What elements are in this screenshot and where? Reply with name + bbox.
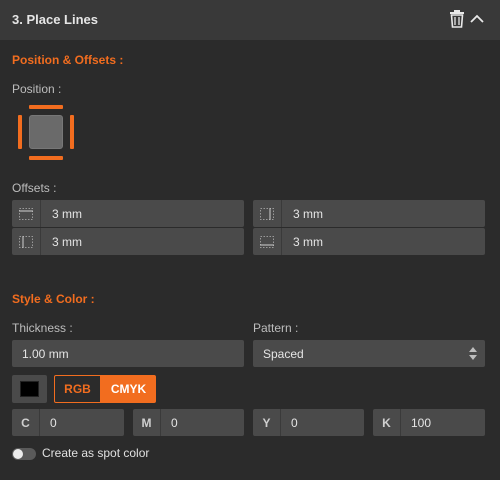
- thickness-label: Thickness :: [12, 321, 73, 335]
- magenta-letter: M: [133, 409, 161, 436]
- offset-top-field[interactable]: 3 mm: [12, 200, 244, 227]
- panel-title: 3. Place Lines: [12, 12, 98, 27]
- spot-color-label: Create as spot color: [42, 446, 150, 460]
- yellow-letter: Y: [253, 409, 281, 436]
- position-offsets-heading: Position & Offsets :: [12, 53, 124, 67]
- pattern-value: Spaced: [263, 347, 304, 361]
- offset-right-field[interactable]: 3 mm: [253, 200, 485, 227]
- offsets-label: Offsets :: [12, 181, 57, 195]
- color-swatch-button[interactable]: [12, 375, 47, 403]
- yellow-value: 0: [291, 416, 298, 430]
- yellow-field[interactable]: Y 0: [253, 409, 364, 436]
- position-right-edge[interactable]: [70, 115, 74, 149]
- cyan-field[interactable]: C 0: [12, 409, 124, 436]
- position-center[interactable]: [29, 115, 63, 149]
- pattern-label: Pattern :: [253, 321, 299, 335]
- select-arrows-icon: [469, 347, 477, 360]
- thickness-input[interactable]: 1.00 mm: [12, 340, 244, 367]
- position-left-edge[interactable]: [18, 115, 22, 149]
- cyan-letter: C: [12, 409, 40, 436]
- panel-header[interactable]: 3. Place Lines: [0, 0, 500, 40]
- magenta-value: 0: [171, 416, 178, 430]
- offset-bottom-field[interactable]: 3 mm: [253, 228, 485, 255]
- offset-right-value: 3 mm: [293, 207, 323, 221]
- key-black-field[interactable]: K 100: [373, 409, 485, 436]
- offset-left-value: 3 mm: [52, 235, 82, 249]
- offset-top-value: 3 mm: [52, 207, 82, 221]
- key-value: 100: [411, 416, 432, 430]
- spot-color-toggle[interactable]: [12, 448, 36, 460]
- offset-bottom-icon: [260, 235, 274, 248]
- position-bottom-edge[interactable]: [29, 156, 63, 160]
- magenta-field[interactable]: M 0: [133, 409, 244, 436]
- chevron-up-icon[interactable]: [468, 10, 486, 28]
- pattern-select[interactable]: Spaced: [253, 340, 485, 367]
- color-swatch: [20, 381, 39, 397]
- style-color-heading: Style & Color :: [12, 292, 95, 306]
- position-label: Position :: [12, 82, 62, 96]
- offset-top-icon: [19, 207, 33, 220]
- toggle-knob: [13, 449, 23, 459]
- offset-bottom-value: 3 mm: [293, 235, 323, 249]
- cyan-value: 0: [50, 416, 57, 430]
- position-selector[interactable]: [18, 105, 76, 160]
- thickness-value: 1.00 mm: [22, 347, 69, 361]
- offset-left-field[interactable]: 3 mm: [12, 228, 244, 255]
- offset-left-icon: [19, 235, 33, 248]
- cmyk-mode-button[interactable]: CMYK: [101, 375, 156, 403]
- position-top-edge[interactable]: [29, 105, 63, 109]
- key-letter: K: [373, 409, 401, 436]
- offset-right-icon: [260, 207, 274, 220]
- rgb-mode-button[interactable]: RGB: [54, 375, 101, 403]
- trash-icon[interactable]: [449, 10, 465, 28]
